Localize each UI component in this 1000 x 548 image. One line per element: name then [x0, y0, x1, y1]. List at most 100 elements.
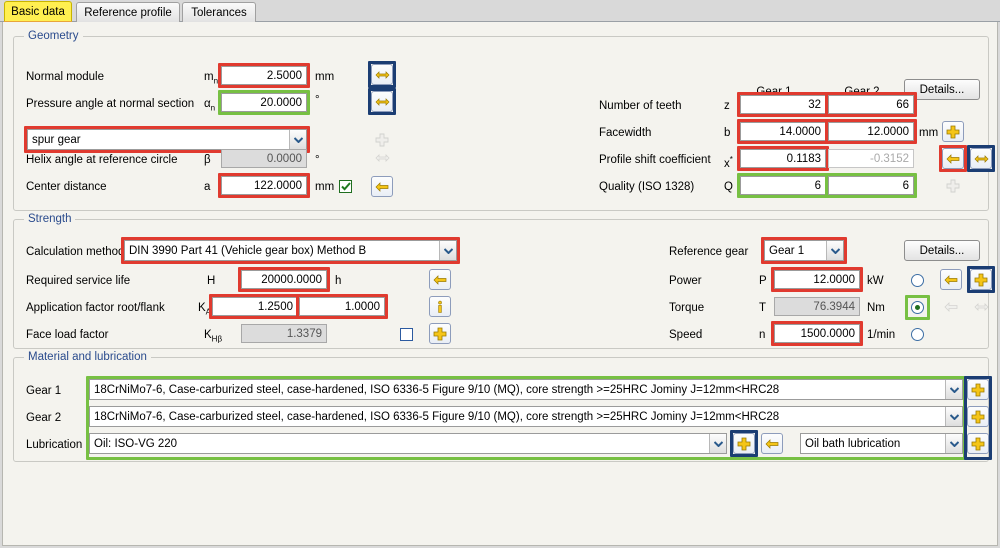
plus-icon	[433, 327, 447, 340]
chevron-down-icon[interactable]	[945, 407, 962, 426]
material-gear1-add-button[interactable]	[967, 379, 989, 400]
facewidth-gear2-input[interactable]: 12.0000	[828, 122, 914, 141]
double-arrow-icon	[374, 153, 390, 162]
material-gear1-value: 18CrNiMo7-6, Case-carburized steel, case…	[94, 383, 780, 396]
chevron-down-icon[interactable]	[289, 130, 306, 149]
application-factor-flank-input[interactable]: 1.0000	[299, 297, 385, 316]
lubrication-type-value: Oil bath lubrication	[805, 437, 901, 450]
service-life-input[interactable]: 20000.0000	[241, 270, 327, 289]
profile-shift-sync-button[interactable]	[970, 148, 992, 169]
material-gear2-combo[interactable]: 18CrNiMo7-6, Case-carburized steel, case…	[89, 406, 963, 427]
profile-shift-gear1-input[interactable]: 0.1183	[740, 149, 826, 168]
profile-shift-label: Profile shift coefficient	[599, 154, 711, 166]
chevron-down-icon[interactable]	[945, 434, 962, 453]
quality-gear1-input[interactable]: 6	[740, 176, 826, 195]
power-add-button[interactable]	[970, 269, 992, 290]
normal-module-input[interactable]: 2.5000	[221, 66, 307, 85]
quality-symbol: Q	[724, 181, 733, 193]
geometry-group: Geometry Normal module mn Pressure angle…	[13, 30, 995, 211]
material-gear2-add-button[interactable]	[967, 406, 989, 427]
chevron-down-icon[interactable]	[439, 241, 456, 260]
service-life-unit: h	[335, 275, 342, 287]
calculation-method-label: Calculation method	[26, 246, 125, 258]
double-arrow-icon	[974, 154, 988, 163]
back-arrow-icon	[375, 181, 388, 192]
service-life-calc-button[interactable]	[429, 269, 451, 290]
info-icon	[438, 300, 442, 313]
number-of-teeth-gear1-value: 32	[808, 98, 821, 111]
material-group: Material and lubrication Gear 1 18CrNiMo…	[13, 351, 992, 462]
face-load-factor-checkbox[interactable]	[400, 328, 413, 341]
facewidth-gear1-input[interactable]: 14.0000	[740, 122, 826, 141]
quality-gear2-input[interactable]: 6	[828, 176, 914, 195]
speed-radio[interactable]	[911, 328, 924, 341]
center-distance-checkbox[interactable]	[339, 180, 352, 193]
application-factor-root-input[interactable]: 1.2500	[212, 297, 298, 316]
application-factor-info-button[interactable]	[429, 296, 451, 317]
facewidth-label: Facewidth	[599, 127, 652, 139]
power-input[interactable]: 12.0000	[774, 270, 860, 289]
profile-shift-calc-button[interactable]	[942, 148, 964, 169]
calculation-method-value: DIN 3990 Part 41 (Vehicle gear box) Meth…	[129, 244, 367, 257]
reference-gear-value: Gear 1	[769, 244, 805, 257]
chevron-down-icon[interactable]	[945, 380, 962, 399]
material-gear2-label: Gear 2	[26, 412, 62, 424]
face-load-factor-input: 1.3379	[241, 324, 327, 343]
profile-shift-gear2-input: -0.3152	[828, 149, 914, 168]
lubrication-type-combo[interactable]: Oil bath lubrication	[800, 433, 963, 454]
material-gear1-label: Gear 1	[26, 385, 62, 397]
gear-type-combo[interactable]: spur gear	[27, 129, 307, 150]
torque-value: 76.3944	[813, 300, 855, 313]
torque-symbol: T	[759, 302, 767, 314]
face-load-factor-add-button[interactable]	[429, 323, 451, 344]
tab-strip: Basic data Reference profile Tolerances	[0, 0, 1000, 23]
facewidth-add-button[interactable]	[942, 121, 964, 142]
torque-input: 76.3944	[774, 297, 860, 316]
material-gear1-combo[interactable]: 18CrNiMo7-6, Case-carburized steel, case…	[89, 379, 963, 400]
reference-gear-label: Reference gear	[669, 246, 749, 258]
tab-tolerances[interactable]: Tolerances	[182, 2, 256, 22]
torque-unit: Nm	[867, 302, 885, 314]
service-life-value: 20000.0000	[261, 273, 322, 286]
application-window: Basic data Reference profile Tolerances …	[0, 0, 1000, 548]
calculation-method-combo[interactable]: DIN 3990 Part 41 (Vehicle gear box) Meth…	[124, 240, 457, 261]
number-of-teeth-gear1-input[interactable]: 32	[740, 95, 826, 114]
lubrication-type-add-button[interactable]	[967, 433, 989, 454]
pressure-angle-sync-button[interactable]	[371, 91, 393, 112]
lubrication-add-button[interactable]	[733, 433, 755, 454]
power-radio[interactable]	[911, 274, 924, 287]
torque-calc-button	[940, 296, 962, 317]
speed-input[interactable]: 1500.0000	[774, 324, 860, 343]
number-of-teeth-gear2-input[interactable]: 66	[828, 95, 914, 114]
helix-angle-value: 0.0000	[266, 152, 302, 165]
quality-gear1-value: 6	[814, 179, 821, 192]
check-icon	[340, 182, 351, 191]
reference-gear-combo[interactable]: Gear 1	[764, 240, 844, 261]
tab-reference-profile[interactable]: Reference profile	[76, 2, 180, 22]
back-arrow-icon	[944, 274, 957, 285]
strength-legend: Strength	[24, 213, 76, 225]
lubrication-calc-button[interactable]	[761, 433, 783, 454]
lubrication-combo[interactable]: Oil: ISO-VG 220	[89, 433, 727, 454]
pressure-angle-input[interactable]: 20.0000	[221, 93, 307, 112]
plus-icon	[971, 437, 985, 450]
chevron-down-icon[interactable]	[826, 241, 843, 260]
tab-basic-data[interactable]: Basic data	[4, 1, 72, 22]
chevron-down-icon[interactable]	[709, 434, 726, 453]
number-of-teeth-label: Number of teeth	[599, 100, 682, 112]
pressure-angle-label: Pressure angle at normal section	[26, 98, 195, 110]
power-calc-button[interactable]	[940, 269, 962, 290]
center-distance-calc-button[interactable]	[371, 176, 393, 197]
back-arrow-icon	[943, 301, 957, 312]
application-factor-label: Application factor root/flank	[26, 302, 165, 314]
geometry-details-button[interactable]: Details...	[904, 79, 980, 100]
facewidth-gear1-value: 14.0000	[779, 125, 821, 138]
strength-details-button[interactable]: Details...	[904, 240, 980, 261]
double-arrow-icon	[973, 302, 989, 311]
normal-module-sync-button[interactable]	[371, 64, 393, 85]
center-distance-input[interactable]: 122.0000	[221, 176, 307, 195]
center-distance-value: 122.0000	[254, 179, 302, 192]
torque-label: Torque	[669, 302, 705, 314]
torque-radio[interactable]	[911, 301, 924, 314]
tab-basic-data-label: Basic data	[11, 6, 65, 18]
